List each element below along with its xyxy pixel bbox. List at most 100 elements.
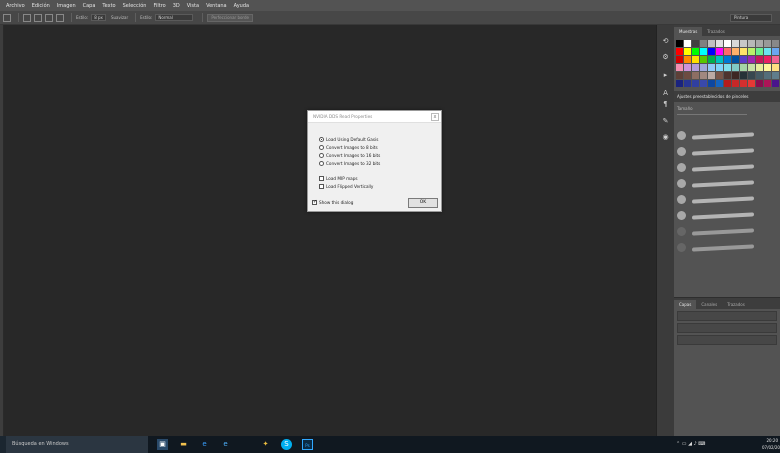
menu-ventana[interactable]: Ventana [206,3,227,9]
color-swatch[interactable] [676,64,683,71]
tab-channels[interactable]: Canales [696,300,722,309]
brush-preset-row[interactable] [677,162,773,173]
color-swatch[interactable] [764,64,771,71]
color-swatch[interactable] [732,48,739,55]
check-load-mip-maps[interactable]: Load MIP maps [319,176,358,181]
marquee-tool-icon[interactable] [3,13,11,22]
color-swatch[interactable] [740,56,747,63]
radio-icon[interactable] [319,153,324,158]
color-swatch[interactable] [748,72,755,79]
color-swatch[interactable] [716,64,723,71]
color-swatch[interactable] [724,48,731,55]
canvas-area[interactable] [4,25,656,436]
color-swatch[interactable] [748,80,755,87]
color-swatch[interactable] [700,72,707,79]
color-swatch[interactable] [716,80,723,87]
radio-icon[interactable] [319,161,324,166]
color-swatch[interactable] [708,72,715,79]
close-icon[interactable]: x [431,113,439,121]
color-swatch[interactable] [708,64,715,71]
color-swatch[interactable] [700,80,707,87]
checkbox-icon[interactable] [319,176,324,181]
color-swatch[interactable] [764,80,771,87]
color-swatch[interactable] [740,64,747,71]
color-swatch[interactable] [748,48,755,55]
taskbar-search[interactable]: Búsqueda en Windows [6,436,148,453]
properties-icon[interactable]: ⚙ [661,53,670,62]
layer-filter-row[interactable] [677,311,777,321]
color-swatch[interactable] [756,56,763,63]
color-swatch[interactable] [756,72,763,79]
menu-capa[interactable]: Capa [83,3,96,9]
tab-paths[interactable]: Trazados [702,27,730,36]
color-swatch[interactable] [676,48,683,55]
color-swatch[interactable] [764,56,771,63]
brush-settings-icon[interactable]: ✎ [661,117,670,126]
history-icon[interactable]: ⟲ [661,37,670,46]
menu-vista[interactable]: Vista [187,3,199,9]
color-swatch[interactable] [724,72,731,79]
color-swatch[interactable] [756,48,763,55]
photoshop-icon[interactable]: Ps [302,439,313,450]
color-swatch[interactable] [756,80,763,87]
file-explorer-icon[interactable]: ▬ [178,439,189,450]
brush-preset-row[interactable] [677,194,773,205]
option-16-bits[interactable]: Convert Images to 16 bits [319,153,380,158]
color-swatch[interactable] [676,56,683,63]
color-swatch[interactable] [732,80,739,87]
antialias-label[interactable]: Suavizar [111,15,128,20]
color-swatch[interactable] [716,48,723,55]
brush-size-slider[interactable] [677,114,747,115]
checkbox-icon[interactable] [319,184,324,189]
checkbox-checked-icon[interactable]: ✓ [312,200,317,205]
color-swatch[interactable] [700,48,707,55]
color-swatch[interactable] [740,80,747,87]
menu-texto[interactable]: Texto [102,3,115,9]
color-swatch[interactable] [700,56,707,63]
color-swatch[interactable] [700,40,707,47]
tab-swatches[interactable]: Muestras [674,27,703,36]
color-swatch[interactable] [692,56,699,63]
internet-explorer-icon[interactable]: e [220,439,231,450]
color-swatch[interactable] [692,72,699,79]
feather-input[interactable]: 8 px [91,14,106,21]
option-32-bits[interactable]: Convert Images to 32 bits [319,161,380,166]
brush-preset-row[interactable] [677,178,773,189]
lock-row[interactable] [677,335,777,345]
app-icon[interactable]: ✦ [260,439,271,450]
color-swatch[interactable] [748,40,755,47]
color-swatch[interactable] [732,56,739,63]
color-swatch[interactable] [708,80,715,87]
blend-mode-row[interactable] [677,323,777,333]
brush-preset-row[interactable] [677,130,773,141]
color-swatch[interactable] [692,48,699,55]
color-swatch[interactable] [732,64,739,71]
check-show-dialog[interactable]: ✓ Show this dialog [312,200,353,205]
brush-preset-row[interactable] [677,226,773,237]
color-swatch[interactable] [764,40,771,47]
radio-icon[interactable] [319,145,324,150]
color-swatch[interactable] [716,40,723,47]
color-swatch[interactable] [732,72,739,79]
color-swatch[interactable] [748,56,755,63]
color-swatch[interactable] [676,80,683,87]
check-load-flipped[interactable]: Load Flipped Vertically [319,184,373,189]
radio-icon[interactable] [319,137,324,142]
menu-filtro[interactable]: Filtro [153,3,165,9]
color-swatch[interactable] [724,56,731,63]
menu-imagen[interactable]: Imagen [57,3,76,9]
menu-3d[interactable]: 3D [173,3,180,9]
color-swatch[interactable] [764,48,771,55]
edge-icon[interactable]: e [199,439,210,450]
store-icon[interactable]: ▣ [157,439,168,450]
color-swatch[interactable] [716,56,723,63]
refine-edge-button[interactable]: Perfeccionar borde [207,13,254,22]
menu-archivo[interactable]: Archivo [6,3,25,9]
new-selection-icon[interactable] [23,13,31,22]
color-swatch[interactable] [724,64,731,71]
menu-edicion[interactable]: Edición [32,3,50,9]
color-swatch[interactable] [724,80,731,87]
color-swatch[interactable] [700,64,707,71]
color-swatch[interactable] [748,64,755,71]
color-swatch[interactable] [692,64,699,71]
